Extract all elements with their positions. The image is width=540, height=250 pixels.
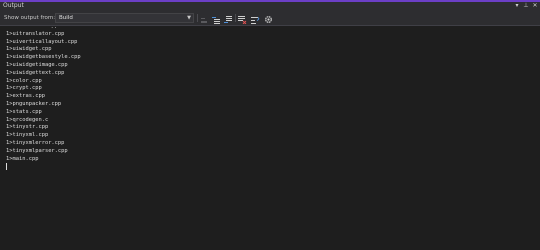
clear-all-icon — [237, 9, 247, 28]
output-line: 1>uiwidgettext.cpp — [6, 69, 65, 76]
output-line: 1>uitranslator.cpp — [6, 30, 65, 37]
close-icon[interactable]: ✕ — [532, 2, 538, 10]
go-to-next-message-button[interactable] — [223, 13, 233, 23]
output-line: 1>uiwidgetbasestyle.cpp — [6, 54, 81, 61]
output-panel: Output ▾ ⊥ ✕ Show output from: Build ▼ 1… — [0, 0, 540, 250]
clear-all-button[interactable] — [237, 13, 247, 24]
text-caret — [6, 163, 7, 171]
go-to-previous-message-button[interactable] — [211, 13, 221, 24]
toggle-word-wrap-icon — [250, 9, 260, 28]
go-to-previous-message-icon — [211, 9, 221, 28]
output-toolbar: Show output from: Build ▼ — [0, 10, 540, 26]
go-to-next-message-icon — [223, 9, 233, 28]
output-line: 1>stats.cpp — [6, 108, 42, 115]
settings-icon — [264, 9, 273, 28]
output-text-area[interactable]: 1>uitextedit.cpp1>uitranslator.cpp1>uive… — [0, 27, 540, 250]
output-line: 1>uiwidget.cpp — [6, 46, 52, 53]
output-line: 1>color.cpp — [6, 77, 42, 84]
output-line: 1>uiverticallayout.cpp — [6, 38, 78, 45]
output-line: 1>qrcodegen.c — [6, 116, 49, 123]
find-message-in-code-button[interactable] — [199, 13, 209, 23]
output-line: 1>crypt.cpp — [6, 85, 42, 92]
output-line: 1>tinyxml.cpp — [6, 132, 49, 139]
output-line: 1>tinystr.cpp — [6, 124, 49, 131]
output-line: 1>extras.cpp — [6, 93, 45, 100]
toggle-word-wrap-button[interactable] — [250, 13, 260, 24]
output-line: 1>uiwidgetimage.cpp — [6, 61, 68, 68]
output-line: 1>tinyxmlparser.cpp — [6, 147, 68, 154]
output-lines: 1>uitextedit.cpp1>uitranslator.cpp1>uive… — [6, 27, 81, 171]
toolbar-separator — [235, 14, 236, 22]
output-source-value: Build — [59, 15, 73, 21]
output-line: 1>main.cpp — [6, 155, 39, 162]
auto-hide-pin-icon[interactable]: ⊥ — [523, 2, 529, 10]
output-settings-button[interactable] — [263, 13, 273, 23]
output-line: 1>pngunpacker.cpp — [6, 100, 62, 107]
show-output-from-label: Show output from: — [4, 15, 56, 21]
output-title: Output — [3, 2, 24, 9]
output-source-select[interactable]: Build ▼ — [55, 13, 194, 23]
title-controls: ▾ ⊥ ✕ — [514, 2, 538, 10]
vertical-scrollbar[interactable] — [535, 27, 540, 250]
find-message-in-code-icon — [200, 9, 208, 28]
window-position-dropdown-icon[interactable]: ▾ — [514, 2, 520, 10]
output-line: 1>tinyxmlerror.cpp — [6, 139, 65, 146]
chevron-down-icon: ▼ — [187, 15, 191, 21]
toolbar-separator — [197, 14, 198, 22]
